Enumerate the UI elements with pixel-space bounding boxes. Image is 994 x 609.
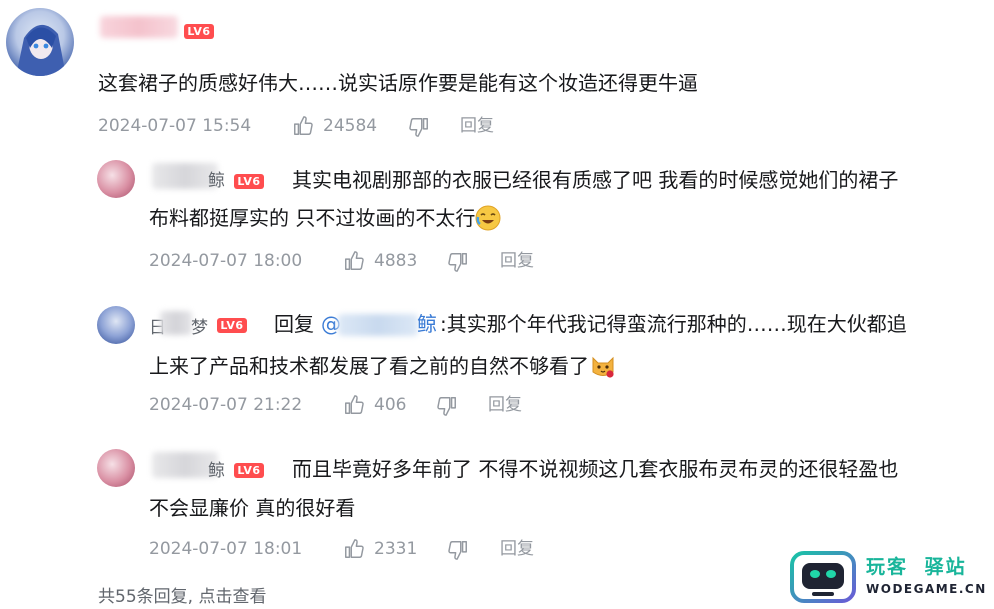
reply-text-line1: :其实那个年代我记得蛮流行那种的……现在大伙都追 xyxy=(440,312,907,336)
thumbs-up-icon[interactable] xyxy=(343,250,365,272)
like-count: 2331 xyxy=(374,539,418,559)
thumbs-down-icon[interactable] xyxy=(447,539,469,561)
reply-button[interactable]: 回复 xyxy=(488,394,522,416)
reply-text-line1: 其实电视剧那部的衣服已经很有质感了吧 我看的时候感觉她们的裙子 xyxy=(292,168,899,192)
level-badge: LV6 xyxy=(217,318,247,333)
reply-text: 布料都挺厚实的 只不过妆画的不太行 xyxy=(149,206,476,230)
username-visible-end: 鲸 xyxy=(208,171,225,191)
username-redacted[interactable] xyxy=(160,311,192,335)
username-visible-end: 鲸 xyxy=(208,461,225,481)
avatar-image xyxy=(16,25,66,76)
thumbs-up-icon[interactable] xyxy=(292,115,314,137)
like-count: 4883 xyxy=(374,251,418,271)
like-count: 406 xyxy=(374,395,407,415)
watermark-logo xyxy=(788,549,858,605)
avatar[interactable] xyxy=(97,160,135,198)
thumbs-up-icon[interactable] xyxy=(343,538,365,560)
username-redacted[interactable] xyxy=(100,16,178,38)
username-visible-end: 梦 xyxy=(191,318,208,338)
comment-text: 这套裙子的质感好伟大……说实话原作要是能有这个妆造还得更牛逼 xyxy=(98,71,698,95)
comment-date: 2024-07-07 18:00 xyxy=(149,251,303,271)
avatar[interactable] xyxy=(97,449,135,487)
comment-date: 2024-07-07 21:22 xyxy=(149,395,303,415)
thumbs-down-icon[interactable] xyxy=(436,395,458,417)
watermark-brand-part2: 驿站 xyxy=(924,556,967,578)
thumbs-down-icon[interactable] xyxy=(447,251,469,273)
thumbs-up-icon[interactable] xyxy=(343,394,365,416)
view-more-replies-link[interactable]: 共55条回复, 点击查看 xyxy=(98,582,266,607)
avatar[interactable] xyxy=(97,306,135,344)
mention-username-redacted[interactable] xyxy=(338,314,418,336)
watermark-domain: WODEGAME.CN xyxy=(866,582,987,596)
like-count: 24584 xyxy=(323,116,378,136)
thumbs-down-icon[interactable] xyxy=(408,116,430,138)
level-badge: LV6 xyxy=(234,463,264,478)
robot-logo-icon xyxy=(790,551,856,603)
mention-suffix[interactable]: 鲸 xyxy=(417,306,437,342)
avatar[interactable] xyxy=(6,8,74,76)
reply-text: 上来了产品和技术都发展了看之前的自然不够看了 xyxy=(149,354,589,378)
reply-text-line1: 而且毕竟好多年前了 不得不说视频这几套衣服布灵布灵的还很轻盈也 xyxy=(292,457,899,481)
reply-button[interactable]: 回复 xyxy=(500,538,534,560)
reply-text-line2: 上来了产品和技术都发展了看之前的自然不够看了 xyxy=(149,348,617,384)
cat-rose-emoji-icon xyxy=(592,356,614,378)
comment-date: 2024-07-07 15:54 xyxy=(98,116,252,136)
reply-prefix: 回复 xyxy=(274,312,314,336)
level-badge: LV6 xyxy=(234,174,264,189)
reply-text-line2: 布料都挺厚实的 只不过妆画的不太行 xyxy=(149,200,501,236)
reply-button[interactable]: 回复 xyxy=(500,250,534,272)
watermark-brand: 玩客 驿站 xyxy=(866,552,967,579)
level-badge: LV6 xyxy=(184,24,214,39)
reply-text-line2: 不会显廉价 真的很好看 xyxy=(149,496,356,520)
watermark-brand-part1: 玩客 xyxy=(866,556,909,578)
laughing-crying-emoji-icon xyxy=(475,205,501,230)
comment-date: 2024-07-07 18:01 xyxy=(149,539,303,559)
reply-button[interactable]: 回复 xyxy=(460,115,494,137)
